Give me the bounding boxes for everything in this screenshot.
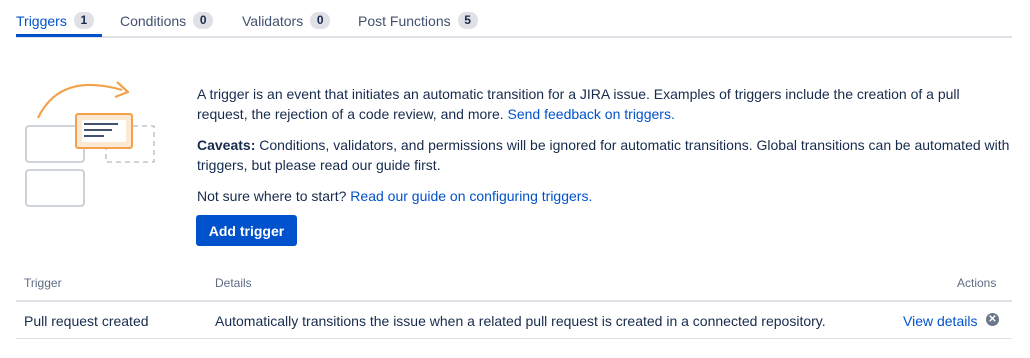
guide-link[interactable]: Read our guide on configuring triggers. bbox=[350, 188, 592, 204]
caveats-label: Caveats: bbox=[197, 137, 256, 153]
tab-label: Conditions bbox=[120, 13, 187, 29]
view-details-link[interactable]: View details bbox=[903, 312, 977, 330]
start-paragraph: Not sure where to start? Read our guide … bbox=[197, 186, 1012, 206]
table-row-divider bbox=[16, 338, 1012, 339]
count-badge: 0 bbox=[310, 12, 331, 29]
tab-label: Validators bbox=[242, 13, 304, 29]
column-header-trigger: Trigger bbox=[24, 276, 62, 290]
count-badge: 5 bbox=[457, 12, 478, 29]
close-icon[interactable]: ✕ bbox=[986, 313, 999, 326]
tab-label: Post Functions bbox=[358, 13, 451, 29]
table-header-divider bbox=[16, 300, 1012, 302]
count-badge: 0 bbox=[193, 12, 214, 29]
caveats-paragraph: Caveats: Conditions, validators, and per… bbox=[197, 135, 1012, 175]
column-header-details: Details bbox=[215, 276, 252, 290]
trigger-cell: Pull request created bbox=[24, 313, 149, 329]
tab-triggers[interactable]: Triggers 1 bbox=[16, 12, 94, 36]
count-badge: 1 bbox=[73, 12, 94, 29]
tab-post-functions[interactable]: Post Functions 5 bbox=[358, 12, 478, 36]
caveats-text: Conditions, validators, and permissions … bbox=[197, 137, 1010, 173]
details-cell: Automatically transitions the issue when… bbox=[215, 313, 826, 329]
tab-bar: Triggers 1 Conditions 0 Validators 0 Pos… bbox=[16, 0, 1012, 38]
tab-label: Triggers bbox=[16, 13, 67, 29]
start-text: Not sure where to start? bbox=[197, 188, 347, 204]
trigger-illustration bbox=[25, 81, 155, 207]
intro-paragraph: A trigger is an event that initiates an … bbox=[197, 84, 1012, 124]
feedback-link[interactable]: Send feedback on triggers. bbox=[508, 106, 675, 122]
column-header-actions: Actions bbox=[957, 276, 997, 290]
tab-validators[interactable]: Validators 0 bbox=[242, 12, 331, 36]
active-tab-indicator bbox=[16, 34, 102, 37]
tab-conditions[interactable]: Conditions 0 bbox=[120, 12, 214, 36]
add-trigger-button[interactable]: Add trigger bbox=[196, 215, 297, 246]
